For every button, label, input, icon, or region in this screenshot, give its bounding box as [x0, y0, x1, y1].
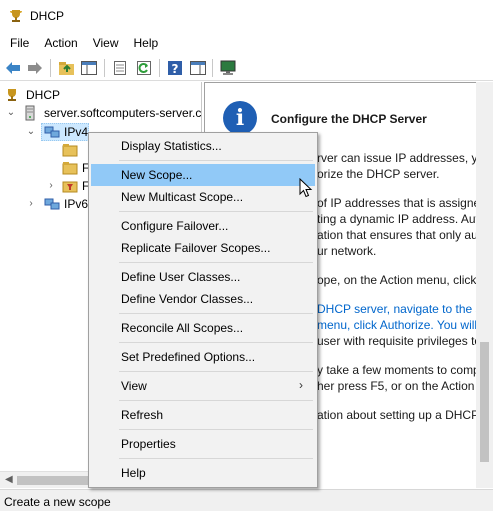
menu-action[interactable]: Action	[35, 32, 83, 54]
menu-item-label: Define User Classes...	[121, 270, 241, 284]
dhcp-app-icon	[8, 8, 24, 24]
menu-item-label: Properties	[121, 437, 176, 451]
menu-item-label: Refresh	[121, 408, 164, 422]
menu-item-display-statistics[interactable]: Display Statistics...	[91, 135, 315, 157]
title-bar: DHCP	[0, 0, 493, 32]
status-text: Create a new scope	[4, 495, 111, 509]
menu-item-define-user-classes[interactable]: Define User Classes...	[91, 266, 315, 288]
toolbar-separator	[104, 59, 105, 77]
menu-separator	[119, 458, 313, 459]
content-heading: Configure the DHCP Server	[271, 112, 427, 126]
menu-item-label: Define Vendor Classes...	[121, 292, 254, 306]
content-line: user with requisite privileges to a	[317, 334, 492, 348]
menu-separator	[119, 342, 313, 343]
content-line: ting a dynamic IP address. Authoriz	[317, 212, 493, 226]
menu-help[interactable]: Help	[125, 32, 165, 54]
menu-separator	[119, 313, 313, 314]
content-line: of IP addresses that is assigned to	[317, 196, 493, 210]
content-line: y take a few moments to complet	[317, 363, 493, 377]
menu-separator	[119, 400, 313, 401]
menu-item-view[interactable]: View ›	[91, 375, 315, 397]
content-vertical-scrollbar[interactable]	[476, 82, 493, 488]
expand-arrow-icon[interactable]: ⌄	[6, 107, 16, 118]
menu-item-label: Configure Failover...	[121, 219, 229, 233]
menu-item-define-vendor-classes[interactable]: Define Vendor Classes...	[91, 288, 315, 310]
content-line: her press F5, or on the Action men	[317, 379, 493, 393]
ipv4-network-icon	[44, 124, 60, 140]
help-icon[interactable]: ?	[166, 59, 184, 77]
menu-bar: File Action View Help	[0, 32, 493, 54]
expand-arrow-icon[interactable]: ⌄	[26, 126, 36, 137]
svg-text:?: ?	[172, 62, 179, 76]
action-pane-icon[interactable]	[189, 59, 207, 77]
forward-arrow-icon[interactable]	[26, 59, 44, 77]
content-link-line[interactable]: DHCP server, navigate to the serv	[317, 302, 493, 316]
collapse-arrow-icon[interactable]: ›	[46, 180, 56, 191]
tree-node-server[interactable]: ⌄ server.softcomputers-server.c	[0, 104, 202, 122]
dhcp-window: DHCP File Action View Help ? DHCP ⌄ serv…	[0, 0, 493, 511]
window-title: DHCP	[30, 9, 65, 23]
toolbar-separator	[50, 59, 51, 77]
properties-icon[interactable]	[111, 59, 129, 77]
up-folder-icon[interactable]	[58, 59, 76, 77]
menu-separator	[119, 262, 313, 263]
menu-item-refresh[interactable]: Refresh	[91, 404, 315, 426]
submenu-arrow-icon: ›	[299, 378, 303, 392]
menu-separator	[119, 160, 313, 161]
menu-item-new-multicast-scope[interactable]: New Multicast Scope...	[91, 186, 315, 208]
refresh-icon[interactable]	[135, 59, 153, 77]
menu-separator	[119, 429, 313, 430]
content-line: ope, on the Action menu, click Ne	[317, 273, 493, 287]
menu-item-label: Set Predefined Options...	[121, 350, 256, 364]
show-hide-tree-icon[interactable]	[80, 59, 98, 77]
toolbar-separator	[159, 59, 160, 77]
menu-item-replicate-failover-scopes[interactable]: Replicate Failover Scopes...	[91, 237, 315, 259]
menu-item-configure-failover[interactable]: Configure Failover...	[91, 215, 315, 237]
tree-node-dhcp[interactable]: DHCP	[0, 86, 200, 104]
status-bar: Create a new scope	[0, 489, 493, 511]
menu-item-label: Display Statistics...	[121, 139, 222, 153]
toolbar-separator	[212, 59, 213, 77]
back-arrow-icon[interactable]	[4, 59, 22, 77]
filter-folder-icon	[62, 178, 78, 194]
menu-item-new-scope[interactable]: New Scope...	[91, 164, 315, 186]
content-line: ation that ensures that only authoriz	[317, 228, 493, 242]
scroll-thumb[interactable]	[480, 342, 489, 462]
menu-item-label: Replicate Failover Scopes...	[121, 241, 271, 255]
menu-item-label: New Multicast Scope...	[121, 190, 244, 204]
toolbar: ?	[0, 55, 493, 81]
tree-label: DHCP	[26, 88, 61, 102]
content-line: ur network.	[317, 244, 377, 258]
menu-item-reconcile-all-scopes[interactable]: Reconcile All Scopes...	[91, 317, 315, 339]
content-line: rver can issue IP addresses, you m	[317, 151, 493, 165]
info-icon: i	[223, 101, 257, 135]
folder-icon	[62, 160, 78, 176]
scroll-left-icon[interactable]: ◀	[5, 474, 13, 485]
menu-separator	[119, 211, 313, 212]
tree-label: server.softcomputers-server.c	[44, 106, 202, 120]
context-menu: Display Statistics... New Scope... New M…	[88, 132, 318, 488]
mouse-cursor-icon	[299, 177, 313, 198]
collapse-arrow-icon[interactable]: ›	[26, 198, 36, 209]
content-line: ation about setting up a DHCP serv	[317, 408, 493, 422]
monitor-icon[interactable]	[219, 59, 237, 77]
menu-item-properties[interactable]: Properties	[91, 433, 315, 455]
menu-item-label: Help	[121, 466, 146, 480]
menu-item-set-predefined-options[interactable]: Set Predefined Options...	[91, 346, 315, 368]
server-icon	[22, 105, 38, 121]
dhcp-trophy-icon	[4, 87, 20, 103]
menu-file[interactable]: File	[0, 32, 35, 54]
menu-separator	[119, 371, 313, 372]
tree-label: IPv4	[64, 125, 89, 139]
ipv6-network-icon	[44, 196, 60, 212]
content-line: orize the DHCP server.	[317, 167, 440, 181]
menu-item-help[interactable]: Help	[91, 462, 315, 484]
menu-item-label: Reconcile All Scopes...	[121, 321, 244, 335]
tree-label: IPv6	[64, 197, 89, 211]
folder-icon	[62, 142, 78, 158]
content-link-line[interactable]: menu, click Authorize. You will n	[317, 318, 487, 332]
menu-view[interactable]: View	[84, 32, 125, 54]
menu-item-label: New Scope...	[121, 168, 193, 182]
menu-item-label: View	[121, 379, 147, 393]
